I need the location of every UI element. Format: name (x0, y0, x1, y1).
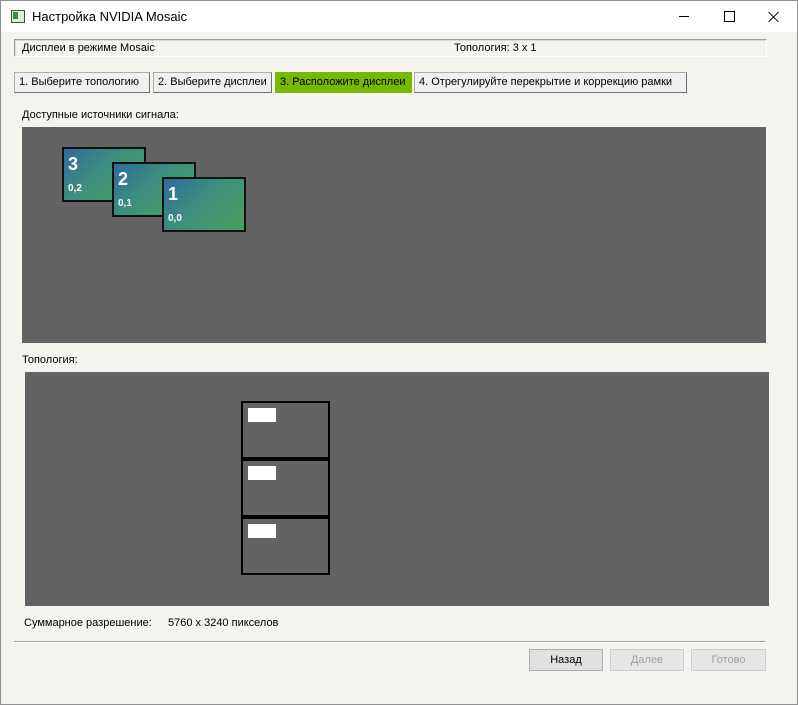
back-button[interactable]: Назад (529, 649, 603, 671)
topology-slot-2[interactable] (241, 459, 330, 517)
slot-label (248, 408, 276, 422)
available-sources-label: Доступные источники сигнала: (22, 109, 179, 121)
next-button[interactable]: Далее (610, 649, 684, 671)
topology-status: Топология: 3 x 1 (454, 42, 537, 54)
display-number: 2 (118, 169, 129, 189)
title-bar[interactable]: Настройка NVIDIA Mosaic (1, 1, 797, 32)
display-number: 1 (168, 184, 179, 204)
slot-label (248, 466, 276, 480)
dialog-content: Дисплеи в режиме Mosaic Топология: 3 x 1… (1, 32, 797, 704)
total-resolution-value: 5760 x 3240 пикселов (168, 617, 279, 629)
minimize-icon (679, 16, 689, 17)
status-bar: Дисплеи в режиме Mosaic Топология: 3 x 1 (14, 39, 767, 57)
topology-slot-1[interactable] (241, 401, 330, 459)
tab-arrange-displays[interactable]: 3. Расположите дисплеи (275, 72, 412, 93)
maximize-button[interactable] (706, 1, 752, 32)
display-coord: 0,0 (168, 213, 182, 224)
display-tile-1[interactable]: 1 0,0 (162, 177, 246, 232)
window-title: Настройка NVIDIA Mosaic (32, 9, 188, 24)
app-icon (11, 10, 25, 23)
tab-select-topology[interactable]: 1. Выберите топологию (14, 72, 150, 93)
maximize-icon (723, 11, 735, 22)
display-coord: 0,2 (68, 183, 82, 194)
tab-adjust-overlap-bezel[interactable]: 4. Отрегулируйте перекрытие и коррекцию … (414, 72, 687, 93)
display-coord: 0,1 (118, 198, 132, 209)
total-resolution-label: Суммарное разрешение: (24, 617, 152, 629)
topology-label: Топология: (22, 354, 78, 366)
done-button[interactable]: Готово (691, 649, 766, 671)
available-sources-panel[interactable]: 3 0,2 2 0,1 1 0,0 (22, 127, 766, 343)
separator (14, 641, 765, 643)
topology-panel (25, 372, 769, 606)
mosaic-setup-window: Настройка NVIDIA Mosaic Дисплеи в режиме… (0, 0, 798, 705)
minimize-button[interactable] (661, 1, 707, 32)
tab-select-displays[interactable]: 2. Выберите дисплеи (153, 72, 272, 93)
topology-slot-3[interactable] (241, 517, 330, 575)
close-button[interactable] (751, 1, 797, 32)
mosaic-mode-status: Дисплеи в режиме Mosaic (22, 42, 155, 54)
display-number: 3 (68, 154, 79, 174)
close-icon (768, 11, 780, 23)
slot-label (248, 524, 276, 538)
